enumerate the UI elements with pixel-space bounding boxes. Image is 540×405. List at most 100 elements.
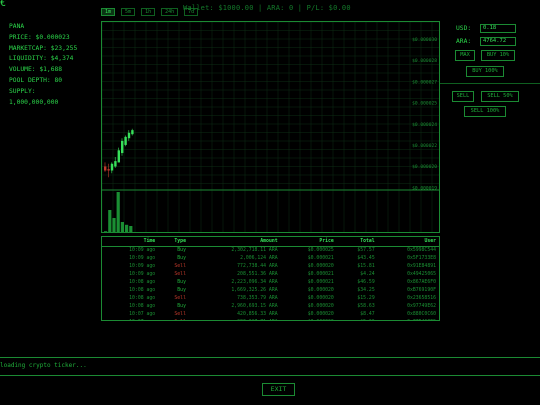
trade-cell-user: 0x97749E62: [407, 304, 436, 310]
buy-100-button[interactable]: BUY 100%: [466, 66, 504, 77]
trade-cell-user: 0x880C0C60: [407, 312, 436, 318]
max-button[interactable]: MAX: [455, 50, 475, 61]
trade-cell-total: $15.81: [357, 263, 375, 269]
trade-cell-user: 0xB769190F: [407, 288, 436, 294]
candle-body: [131, 130, 134, 135]
timeframe-button-5m[interactable]: 5m: [121, 8, 136, 16]
table-row[interactable]: 10:09 ago Buy 2,302,718.11 ARA $0.000025 $57…: [102, 246, 439, 254]
trade-cell-type: Sell: [158, 319, 189, 320]
candle-body: [127, 132, 131, 139]
trade-cell-user: 0x77D4C8E5: [378, 319, 439, 320]
token-pool-depth: POOL DEPTH: 80: [9, 76, 63, 84]
panel-divider: [440, 83, 540, 84]
trade-cell-time: 10:09 ago: [129, 263, 156, 269]
trade-cell-type: Sell: [174, 296, 186, 302]
ara-label: ARA:: [456, 38, 472, 45]
sell-50-button[interactable]: SELL 50%: [481, 91, 519, 102]
price-chart[interactable]: $0.000030 $0.000028 $0.000027 $0.000025 $0.0…: [101, 21, 440, 233]
token-volume: VOLUME: $1,688: [9, 66, 63, 74]
trade-cell-price: $0.000020: [307, 304, 334, 310]
trade-cell-time: 10:07 ago: [129, 312, 156, 318]
trade-cell-price: $0.000020: [307, 288, 334, 294]
timeframe-button-1m[interactable]: 1m: [101, 8, 116, 16]
trade-cell-total: $43.45: [357, 255, 375, 261]
buy-10-button[interactable]: BUY 10%: [481, 50, 515, 61]
exit-button[interactable]: EXIT: [262, 383, 295, 396]
trade-cell-amount: 420,856.33 ARA: [237, 312, 278, 318]
trade-cell-time: 10:07 ago: [102, 319, 158, 320]
column-header-total[interactable]: Total: [336, 237, 378, 247]
trade-history-table: Time Type Amount Price Total User 10:09 ago Bu…: [101, 236, 440, 321]
trade-cell-total: $8.47: [360, 312, 375, 318]
table-row[interactable]: 10:09 ago Sell 208,551.36 ARA $0.000021 $4.2…: [102, 270, 439, 278]
trade-cell-user: 0x23658516: [407, 296, 436, 302]
candle-body: [121, 140, 124, 154]
trade-cell-total: $46.59: [357, 279, 375, 285]
sell-100-button[interactable]: SELL 100%: [464, 106, 506, 117]
trade-cell-price: $0.000020: [307, 296, 334, 302]
table-row[interactable]: 10:09 ago Sell 772,738.44 ARA $0.000020 $15.…: [102, 262, 439, 270]
volume-bar: [129, 226, 133, 232]
column-header-price[interactable]: Price: [280, 237, 337, 247]
table-row[interactable]: 10:07 agoSell283,017.71 ARA$0.000020$5.6…: [102, 319, 439, 320]
table-row[interactable]: 10:08 ago Buy 1,669,325.26 ARA $0.000020 $34…: [102, 286, 439, 294]
price-axis-label: $0.000025: [412, 101, 437, 107]
ara-input[interactable]: 4764.72: [480, 37, 516, 46]
trade-cell-total: $34.25: [357, 288, 375, 294]
volume-bar: [112, 218, 116, 232]
trade-cell-time: 10:08 ago: [129, 296, 156, 302]
trade-cell-type: Sell: [174, 312, 186, 318]
candle-body: [117, 150, 120, 163]
column-header-time[interactable]: Time: [102, 237, 159, 247]
timeframe-button-1h[interactable]: 1h: [141, 8, 156, 16]
trade-cell-price: $0.000020: [307, 263, 334, 269]
trade-cell-amount: 283,017.71 ARA: [189, 319, 281, 320]
sell-button[interactable]: SELL: [452, 91, 474, 102]
candle-body: [124, 136, 127, 145]
table-row[interactable]: 10:08 ago Buy 2,960,693.15 ARA $0.000020 $58…: [102, 303, 439, 311]
candle-body: [110, 163, 114, 171]
trade-cell-price: $0.000021: [307, 279, 334, 285]
ara-row: ARA: 4764.72: [456, 37, 516, 46]
timeframe-button-24h[interactable]: 24h: [161, 8, 179, 16]
token-marketcap: MARKETCAP: $23,255: [9, 44, 78, 52]
trade-cell-user: 0x867AE6F0: [407, 279, 436, 285]
price-axis-label: $0.000019: [412, 185, 437, 191]
column-header-amount[interactable]: Amount: [188, 237, 281, 247]
trade-panel: USD: 0.18 ARA: 4764.72 MAX BUY 10% BUY 1…: [440, 21, 540, 141]
table-row[interactable]: 10:08 ago Sell 738,353.79 ARA $0.000020 $15.…: [102, 295, 439, 303]
trade-cell-type: Sell: [174, 271, 186, 277]
price-axis-label: $0.000028: [412, 58, 437, 64]
volume-bar: [125, 224, 129, 232]
table-row[interactable]: 10:07 ago Sell 420,856.33 ARA $0.000020 $8.4…: [102, 311, 439, 319]
token-liquidity: LIQUIDITY: $4,374: [9, 55, 74, 63]
trade-cell-type: Buy: [177, 304, 186, 310]
trade-cell-amount: 208,551.36 ARA: [237, 271, 278, 277]
table-row[interactable]: 10:09 ago Buy 2,006,124 ARA $0.000021 $43.45…: [102, 254, 439, 262]
volume-bar: [108, 210, 112, 232]
trade-cell-price: $0.000020: [281, 319, 337, 320]
trade-cell-type: Buy: [177, 247, 186, 253]
trade-cell-time: 10:09 ago: [129, 271, 156, 277]
token-supply-value: 1,000,000,000: [9, 98, 59, 106]
trade-cell-price: $0.000020: [307, 312, 334, 318]
candle-body: [107, 169, 110, 171]
trade-cell-type: Buy: [177, 288, 186, 294]
trade-cell-price: $0.000021: [307, 271, 334, 277]
usd-label: USD:: [456, 25, 472, 32]
trade-cell-price: $0.000021: [307, 255, 334, 261]
column-header-user[interactable]: User: [377, 237, 439, 247]
token-name: PANA: [9, 23, 25, 30]
table-row[interactable]: 10:08 ago Buy 2,223,096.34 ARA $0.000021 $46…: [102, 278, 439, 286]
trade-cell-total: $4.24: [360, 271, 375, 277]
candle-body: [104, 166, 107, 171]
price-axis-label: $0.000020: [412, 164, 437, 170]
price-axis-label: $0.000022: [412, 143, 437, 149]
ticker-status-text: loading crypto ticker...: [0, 362, 87, 369]
trade-cell-amount: 772,738.44 ARA: [237, 263, 278, 269]
trade-cell-time: 10:08 ago: [129, 279, 156, 285]
volume-bar: [120, 222, 124, 232]
usd-input[interactable]: 0.18: [480, 24, 516, 33]
column-header-type[interactable]: Type: [158, 237, 189, 247]
trade-cell-time: 10:09 ago: [129, 247, 156, 253]
